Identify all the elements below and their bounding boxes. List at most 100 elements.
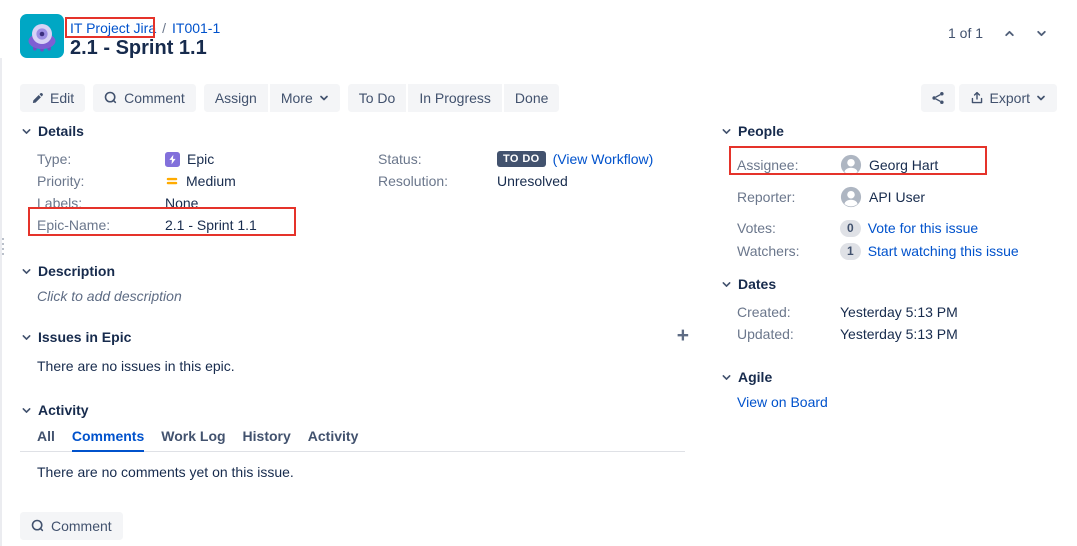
assignee-value[interactable]: Georg Hart: [869, 157, 938, 173]
view-workflow-link[interactable]: (View Workflow): [553, 151, 654, 167]
people-section: People Assignee: Georg Hart Reporter: AP…: [722, 123, 1062, 261]
assign-more-group: Assign More: [204, 84, 340, 112]
priority-value: Medium: [186, 173, 236, 189]
speech-bubble-icon: [104, 91, 118, 105]
view-on-board-link[interactable]: View on Board: [722, 394, 1062, 410]
activity-collapse-toggle[interactable]: [22, 406, 31, 415]
resolution-value: Unresolved: [497, 173, 568, 189]
status-label: Status:: [378, 151, 497, 167]
tab-history[interactable]: History: [243, 428, 291, 451]
updated-value: Yesterday 5:13 PM: [840, 326, 958, 342]
issues-in-epic-collapse-toggle[interactable]: [22, 333, 31, 342]
reporter-row: Reporter: API User: [722, 183, 1062, 211]
tab-work-log[interactable]: Work Log: [161, 428, 225, 451]
in-progress-label: In Progress: [419, 90, 491, 106]
status-badge: TO DO: [497, 151, 546, 167]
description-section-title: Description: [38, 263, 115, 279]
previous-issue-button[interactable]: [1004, 28, 1015, 39]
in-progress-transition-button[interactable]: In Progress: [408, 84, 502, 112]
agile-collapse-toggle[interactable]: [722, 373, 731, 382]
watchers-label: Watchers:: [722, 243, 840, 259]
todo-label: To Do: [359, 90, 396, 106]
breadcrumb-project-link[interactable]: IT Project Jira: [70, 20, 156, 36]
assignee-row: Assignee: Georg Hart: [722, 151, 1062, 179]
chevron-down-icon: [319, 93, 329, 103]
speech-bubble-icon: [31, 519, 45, 533]
next-issue-button[interactable]: [1036, 28, 1047, 39]
jira-issue-page: IT Project Jira / IT001-1 2.1 - Sprint 1…: [0, 0, 1077, 546]
tab-activity[interactable]: Activity: [308, 428, 359, 451]
resolution-label: Resolution:: [378, 173, 497, 189]
user-avatar-icon: [840, 186, 862, 208]
add-comment-button[interactable]: Comment: [20, 512, 123, 540]
issue-title: 2.1 - Sprint 1.1: [70, 37, 207, 60]
breadcrumb-separator: /: [162, 20, 166, 36]
chevron-down-icon: [1036, 28, 1047, 39]
toolbar-right: Export: [921, 84, 1057, 112]
issues-in-epic-section-title: Issues in Epic: [38, 329, 131, 345]
chevron-down-icon: [22, 127, 31, 136]
dates-section: Dates Created: Yesterday 5:13 PM Updated…: [722, 276, 1062, 345]
details-collapse-toggle[interactable]: [22, 127, 31, 136]
assign-button[interactable]: Assign: [204, 84, 268, 112]
chevron-down-icon: [722, 373, 731, 382]
people-section-title: People: [738, 123, 784, 139]
issues-in-epic-empty-text: There are no issues in this epic.: [20, 358, 697, 374]
tab-all[interactable]: All: [37, 428, 55, 451]
priority-label: Priority:: [20, 173, 165, 189]
people-collapse-toggle[interactable]: [722, 127, 731, 136]
created-value: Yesterday 5:13 PM: [840, 304, 958, 320]
workflow-transition-group: To Do In Progress Done: [348, 84, 560, 112]
epic-name-label: Epic-Name:: [20, 217, 165, 233]
resolution-field-row: Resolution: Unresolved: [378, 170, 653, 192]
details-section-title: Details: [38, 123, 84, 139]
share-button[interactable]: [921, 84, 955, 112]
project-avatar-icon[interactable]: [20, 14, 64, 58]
dates-collapse-toggle[interactable]: [722, 280, 731, 289]
export-button[interactable]: Export: [959, 84, 1057, 112]
chevron-down-icon: [722, 127, 731, 136]
pencil-icon: [31, 92, 44, 105]
issues-in-epic-section: Issues in Epic + There are no issues in …: [20, 329, 697, 374]
export-button-label: Export: [990, 90, 1030, 106]
edit-button[interactable]: Edit: [20, 84, 85, 112]
assign-button-label: Assign: [215, 90, 257, 106]
labels-field-row: Labels: None: [20, 192, 697, 214]
done-label: Done: [515, 90, 548, 106]
add-issue-to-epic-button[interactable]: +: [677, 325, 689, 346]
status-field-row: Status: TO DO (View Workflow): [378, 148, 653, 170]
updated-label: Updated:: [722, 326, 840, 342]
breadcrumb: IT Project Jira / IT001-1: [70, 20, 220, 36]
more-button-label: More: [281, 90, 313, 106]
chevron-up-icon: [1004, 28, 1015, 39]
description-placeholder[interactable]: Click to add description: [20, 288, 697, 304]
upload-icon: [970, 91, 984, 105]
start-watching-link[interactable]: Start watching this issue: [868, 243, 1019, 259]
details-section: Details Type: Epic Priority: Medium Labe…: [20, 123, 697, 236]
vote-for-issue-link[interactable]: Vote for this issue: [868, 220, 979, 236]
user-avatar-icon: [840, 154, 862, 176]
dates-section-title: Dates: [738, 276, 776, 292]
breadcrumb-issue-key-link[interactable]: IT001-1: [172, 20, 220, 36]
comment-button[interactable]: Comment: [93, 84, 196, 112]
issue-toolbar: Edit Comment Assign More To Do In Progre…: [20, 84, 559, 112]
panel-resize-handle-icon[interactable]: [2, 238, 4, 255]
type-label: Type:: [20, 151, 165, 167]
done-transition-button[interactable]: Done: [504, 84, 559, 112]
chevron-down-icon: [22, 406, 31, 415]
description-collapse-toggle[interactable]: [22, 267, 31, 276]
more-button[interactable]: More: [270, 84, 340, 112]
add-comment-button-label: Comment: [51, 518, 112, 534]
description-section: Description Click to add description: [20, 263, 697, 304]
chevron-down-icon: [22, 333, 31, 342]
assignee-label: Assignee:: [722, 157, 840, 173]
watchers-row: Watchers: 1 Start watching this issue: [722, 241, 1062, 261]
votes-count-badge: 0: [840, 220, 861, 237]
created-label: Created:: [722, 304, 840, 320]
epic-name-value: 2.1 - Sprint 1.1: [165, 217, 257, 233]
tab-comments[interactable]: Comments: [72, 428, 144, 451]
reporter-value[interactable]: API User: [869, 189, 925, 205]
todo-transition-button[interactable]: To Do: [348, 84, 407, 112]
agile-section: Agile View on Board: [722, 369, 1062, 410]
epic-name-field-row: Epic-Name: 2.1 - Sprint 1.1: [20, 214, 697, 236]
